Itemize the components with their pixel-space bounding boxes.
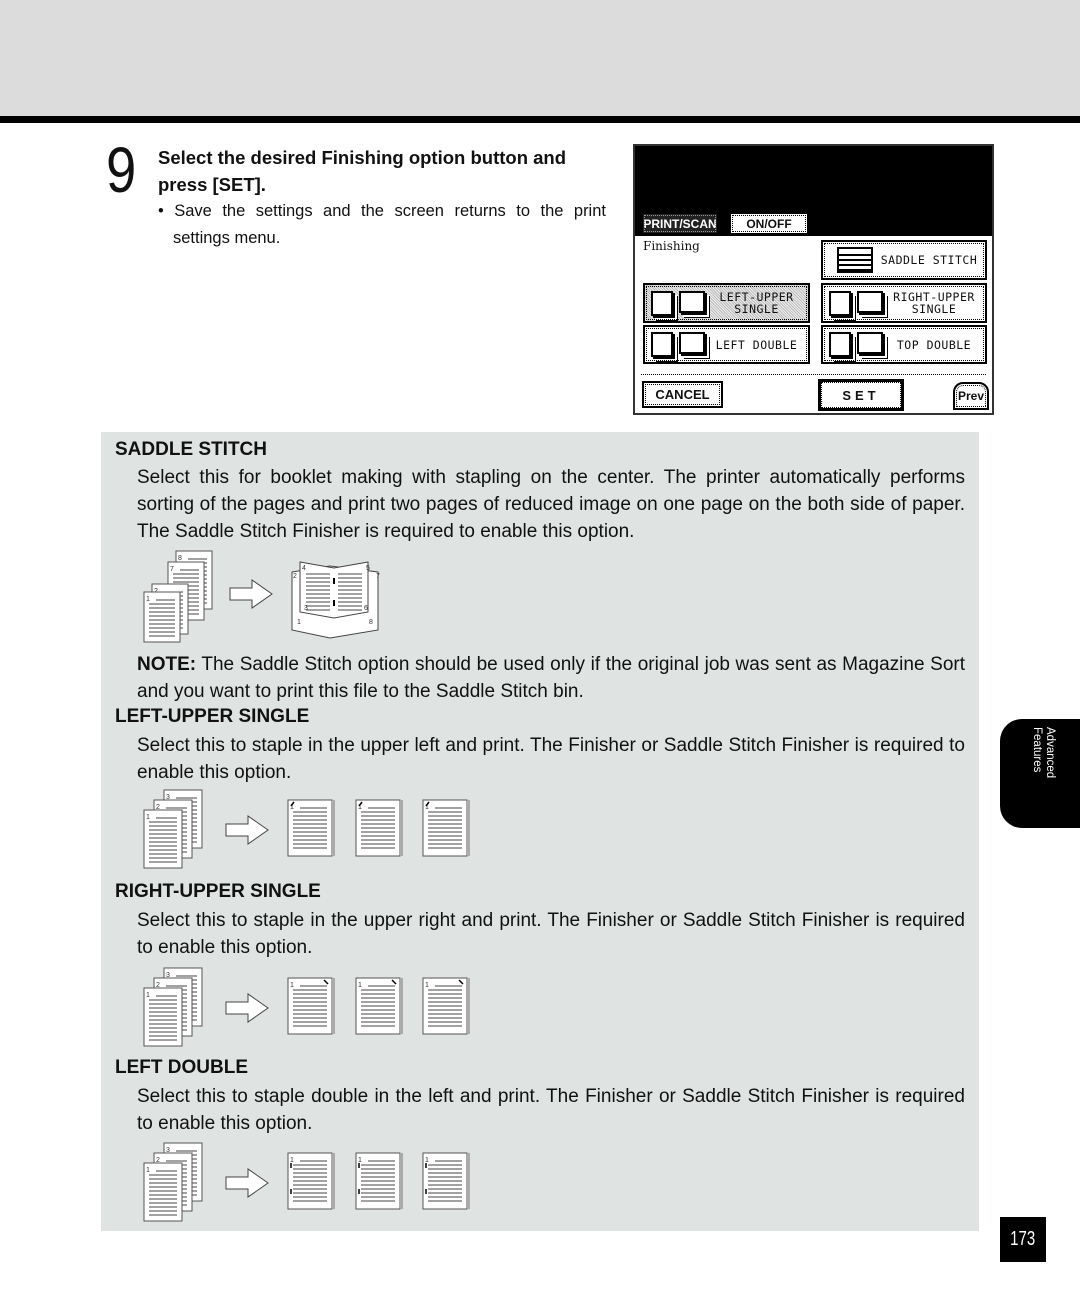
page-portrait-icon [829, 290, 851, 316]
section-text-saddle-stitch: Select this for booklet making with stap… [137, 467, 965, 542]
page-label: 7 [170, 566, 174, 573]
tab-on-off[interactable]: ON/OFF [729, 212, 809, 235]
note-text: The Saddle Stitch option should be used … [137, 654, 965, 702]
section-text-left-double: Select this to staple double in the left… [137, 1086, 965, 1134]
page-label: 8 [369, 619, 373, 626]
tab-print-scan[interactable]: PRINT/SCAN [641, 212, 719, 235]
page-edge [467, 1153, 470, 1209]
arrow-icon [229, 579, 273, 609]
saddle-stitch-label: SADDLE STITCH [880, 253, 978, 267]
note-label: NOTE: [137, 654, 197, 675]
arrow-icon [225, 1168, 269, 1198]
page-label: 1 [290, 982, 294, 989]
saddle-stitch-button[interactable]: SADDLE STITCH [821, 240, 987, 280]
page-label: 1 [358, 1157, 362, 1164]
page-label: 1 [358, 982, 362, 989]
page-edge [467, 800, 470, 856]
set-button[interactable]: SET [818, 379, 904, 411]
lcd-divider [641, 374, 986, 375]
cancel-button[interactable]: CANCEL [642, 381, 723, 408]
header-band [0, 0, 1080, 116]
page-label: 3 [304, 605, 308, 612]
page-label: 6 [364, 605, 368, 612]
page-edge [332, 800, 335, 856]
saddle-stitch-diagram: 872145273618 [143, 550, 380, 643]
section-title-left-double: LEFT DOUBLE [115, 1057, 248, 1078]
left-upper-label: LEFT-UPPER SINGLE [719, 290, 794, 316]
page-number: 173 [1000, 1217, 1046, 1262]
page-edge [467, 978, 470, 1034]
page-landscape-icon [857, 332, 883, 354]
top-double-label: TOP DOUBLE [896, 337, 972, 352]
page-portrait-icon [829, 332, 851, 357]
right-upper-label: RIGHT-UPPER SINGLE [893, 290, 975, 316]
page-label: 2 [293, 573, 297, 580]
page-edge [400, 800, 403, 856]
page-label: 1 [290, 1157, 294, 1164]
section-title-left-upper: LEFT-UPPER SINGLE [115, 706, 310, 727]
left-double-button[interactable]: LEFT DOUBLE [643, 325, 810, 364]
page-label: 1 [146, 992, 150, 999]
section-text-left-upper: Select this to staple in the upper left … [137, 735, 965, 783]
top-double-button[interactable]: TOP DOUBLE [821, 325, 987, 364]
lcd-screen-label: Finishing [643, 239, 700, 253]
section-title-saddle-stitch: SADDLE STITCH [115, 439, 267, 460]
left-double-diagram: 3211 1 1 [143, 1142, 470, 1222]
page-label: 1 [425, 1157, 429, 1164]
page-edge [400, 1153, 403, 1209]
page-portrait-icon [651, 332, 673, 357]
page-label: 7 [376, 573, 380, 580]
page-landscape-icon [679, 332, 705, 354]
step-bullet-text: Save the settings and the screen returns… [173, 202, 606, 247]
side-tab-label: Advanced Features [1031, 727, 1056, 779]
step-heading: Select the desired Finishing option butt… [158, 147, 567, 195]
arrow-icon [225, 815, 269, 845]
page-label: 8 [178, 555, 182, 562]
right-upper-diagram: 3211 1 1 [143, 967, 470, 1047]
page-label: 5 [366, 565, 370, 572]
page-portrait-icon [651, 290, 673, 316]
booklet-icon [837, 247, 873, 273]
page-edge [332, 978, 335, 1034]
left-upper-single-button[interactable]: LEFT-UPPER SINGLE [643, 283, 810, 323]
left-upper-diagram: 3211 1 1 [143, 789, 470, 869]
left-double-label: LEFT DOUBLE [715, 337, 798, 352]
page-label: 1 [146, 1167, 150, 1174]
note-saddle-stitch: NOTE: The Saddle Stitch option should be… [137, 651, 965, 705]
section-side-tab[interactable]: Advanced Features [1000, 719, 1080, 828]
page-label: 1 [146, 814, 150, 821]
page-landscape-icon [857, 290, 883, 313]
page-edge [332, 1153, 335, 1209]
page-edge [400, 978, 403, 1034]
page-label: 1 [146, 596, 150, 603]
page-landscape-icon [679, 290, 705, 313]
right-upper-single-button[interactable]: RIGHT-UPPER SINGLE [821, 283, 987, 323]
prev-button[interactable]: Prev [953, 382, 989, 410]
header-rule [0, 116, 1080, 123]
section-title-right-upper: RIGHT-UPPER SINGLE [115, 881, 321, 902]
step-bullet: • Save the settings and the screen retur… [158, 202, 606, 247]
finishing-lcd-screen: PRINT/SCAN ON/OFF Finishing SADDLE STITC… [633, 144, 994, 415]
page-label: 4 [302, 565, 306, 572]
page-number-text: 173 [1010, 1228, 1036, 1250]
section-text-right-upper: Select this to staple in the upper right… [137, 910, 965, 958]
page-label: 1 [297, 619, 301, 626]
arrow-icon [225, 993, 269, 1023]
step-number: 9 [106, 134, 137, 206]
page-label: 1 [425, 982, 429, 989]
